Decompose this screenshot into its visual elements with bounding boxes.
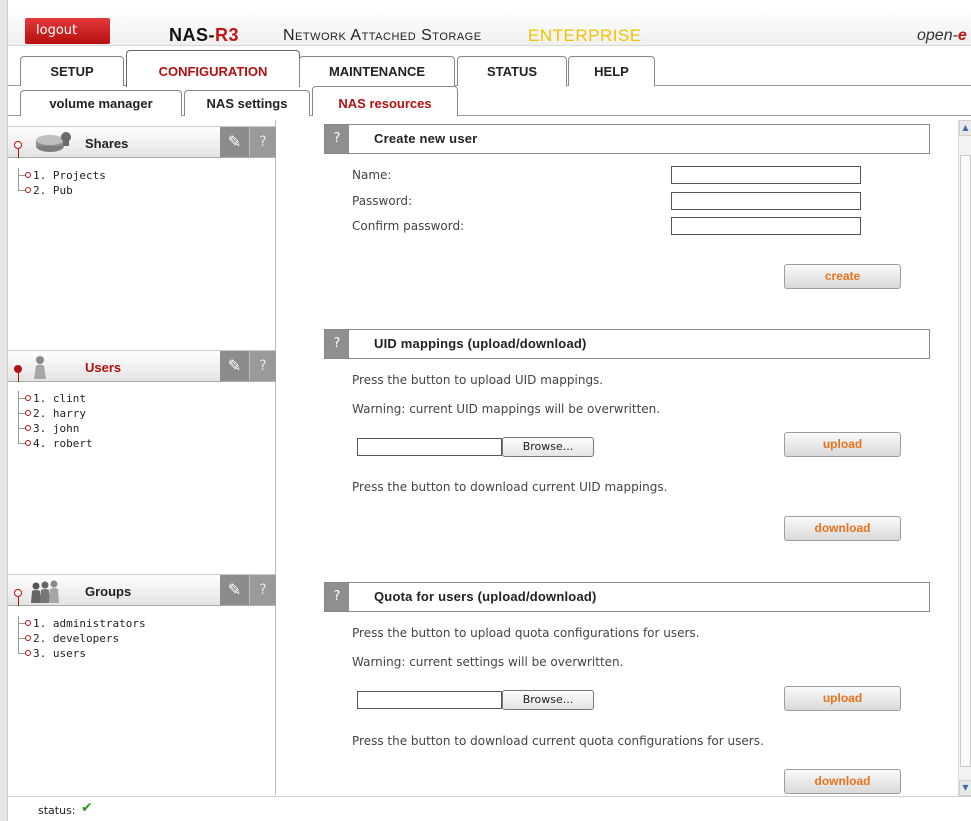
tree-stem <box>18 597 19 606</box>
subtab-nas-settings[interactable]: NAS settings <box>184 90 310 116</box>
users-list: 1. clint 2. harry 3. john 4. robert <box>18 391 93 451</box>
wrench-icon[interactable]: ✎ <box>220 351 249 381</box>
open-e-logo: open-e <box>917 27 967 44</box>
uid-mappings-header: ? UID mappings (upload/download) <box>324 329 930 359</box>
list-item[interactable]: 4. robert <box>18 436 93 451</box>
edition-label: ENTERPRISE <box>528 26 642 45</box>
collapse-toggle[interactable] <box>14 141 22 149</box>
help-icon[interactable]: ? <box>325 330 349 358</box>
main-tabs: SETUP CONFIGURATION MAINTENANCE STATUS H… <box>8 50 971 87</box>
warning-text: Warning: current UID mappings will be ov… <box>352 402 661 416</box>
tab-status[interactable]: STATUS <box>457 56 567 86</box>
collapse-toggle[interactable] <box>14 365 22 373</box>
groups-panel-header[interactable]: Groups ✎ ? <box>8 574 276 606</box>
list-item[interactable]: 2. Pub <box>18 183 106 198</box>
users-panel-title: Users <box>85 360 122 375</box>
section-title: Quota for users (upload/download) <box>374 589 597 604</box>
download-description: Press the button to download current quo… <box>352 734 764 748</box>
create-button[interactable]: create <box>784 264 901 289</box>
name-label: Name: <box>352 168 392 182</box>
scroll-up-icon[interactable]: ▲ <box>959 120 971 136</box>
create-user-header: ? Create new user <box>324 124 930 154</box>
upload-button[interactable]: upload <box>784 432 901 457</box>
resize-grip[interactable] <box>126 605 166 609</box>
shares-list: 1. Projects 2. Pub <box>18 168 106 198</box>
status-bar: status: ✔ <box>8 796 971 821</box>
groups-panel-title: Groups <box>85 584 132 599</box>
password-label: Password: <box>352 194 413 208</box>
tab-help[interactable]: HELP <box>568 56 655 86</box>
status-label: status: <box>38 804 76 817</box>
scroll-thumb[interactable] <box>960 155 971 767</box>
subtab-nas-resources[interactable]: NAS resources <box>312 86 458 116</box>
group-icon <box>31 580 59 603</box>
confirm-password-field[interactable] <box>671 217 861 235</box>
file-path-field[interactable] <box>357 691 502 709</box>
help-icon[interactable]: ? <box>249 127 276 157</box>
download-description: Press the button to download current UID… <box>352 480 668 494</box>
app-window: logout NAS-R3 Network Attached Storage E… <box>0 0 971 821</box>
tab-configuration[interactable]: CONFIGURATION <box>126 50 300 87</box>
wrench-icon[interactable]: ✎ <box>220 127 249 157</box>
list-item[interactable]: 2. harry <box>18 406 93 421</box>
shares-icon <box>36 132 71 152</box>
scroll-down-icon[interactable]: ▼ <box>959 780 971 796</box>
help-icon[interactable]: ? <box>325 583 349 611</box>
scrollbar[interactable]: ▲ ▼ <box>958 120 971 796</box>
download-button[interactable]: download <box>784 769 901 794</box>
list-item[interactable]: 1. administrators <box>18 616 146 631</box>
groups-list: 1. administrators 2. developers 3. users <box>18 616 146 661</box>
upload-button[interactable]: upload <box>784 686 901 711</box>
help-icon[interactable]: ? <box>325 125 349 153</box>
product-subtitle: Network Attached Storage <box>283 27 482 44</box>
list-item[interactable]: 3. john <box>18 421 93 436</box>
logout-button[interactable]: logout <box>25 18 110 44</box>
tab-maintenance[interactable]: MAINTENANCE <box>299 56 455 86</box>
top-bar: logout NAS-R3 Network Attached Storage E… <box>8 8 971 46</box>
tab-setup[interactable]: SETUP <box>20 56 124 86</box>
upload-description: Press the button to upload quota configu… <box>352 626 700 640</box>
list-item[interactable]: 2. developers <box>18 631 146 646</box>
product-name: NAS-R3 <box>169 25 240 45</box>
upload-description: Press the button to upload UID mappings. <box>352 373 604 387</box>
download-button[interactable]: download <box>784 516 901 541</box>
confirm-password-label: Confirm password: <box>352 219 465 233</box>
user-icon <box>34 356 46 379</box>
warning-text: Warning: current settings will be overwr… <box>352 655 624 669</box>
wrench-icon[interactable]: ✎ <box>220 575 249 605</box>
name-field[interactable] <box>671 166 861 184</box>
file-path-field[interactable] <box>357 438 502 456</box>
resize-grip[interactable] <box>126 381 166 385</box>
subtab-volume-manager[interactable]: volume manager <box>20 90 182 116</box>
password-field[interactable] <box>671 192 861 210</box>
list-item[interactable]: 1. Projects <box>18 168 106 183</box>
resize-grip[interactable] <box>126 157 166 161</box>
list-item[interactable]: 3. users <box>18 646 146 661</box>
help-icon[interactable]: ? <box>249 351 276 381</box>
list-item[interactable]: 1. clint <box>18 391 93 406</box>
browse-button[interactable]: Browse... <box>502 690 594 710</box>
collapse-toggle[interactable] <box>14 589 22 597</box>
checkmark-icon: ✔ <box>81 800 93 816</box>
section-title: Create new user <box>374 131 478 146</box>
tree-stem <box>18 149 19 158</box>
users-panel-header[interactable]: Users ✎ ? <box>8 350 276 382</box>
quota-header: ? Quota for users (upload/download) <box>324 582 930 612</box>
browse-button[interactable]: Browse... <box>502 437 594 457</box>
shares-panel-title: Shares <box>85 136 129 151</box>
shares-panel-header[interactable]: Shares ✎ ? <box>8 126 276 158</box>
sub-tabs: volume manager NAS settings NAS resource… <box>8 86 971 116</box>
resources-sidebar: Shares ✎ ? 1. Projects 2. Pub Users ✎ ? … <box>8 120 276 795</box>
section-title: UID mappings (upload/download) <box>374 336 587 351</box>
tree-stem <box>18 373 19 382</box>
window-edge <box>0 0 8 821</box>
help-icon[interactable]: ? <box>249 575 276 605</box>
